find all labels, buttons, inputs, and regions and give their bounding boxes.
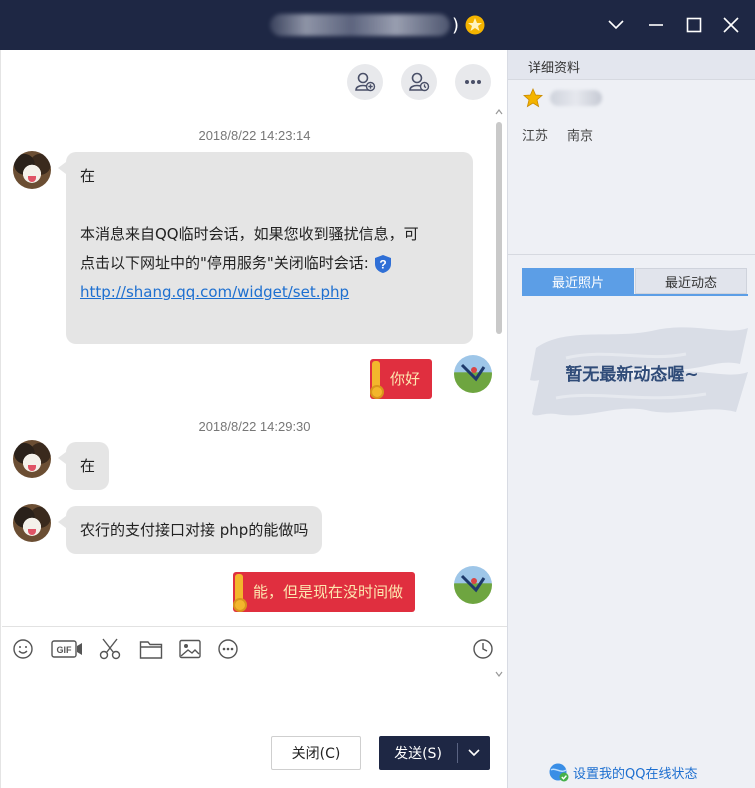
clock-icon [473,639,493,659]
minimize-button[interactable] [641,10,671,40]
my-avatar[interactable] [454,566,492,604]
minimize-icon [649,24,663,26]
emoji-button[interactable] [12,636,34,662]
close-button[interactable]: 关闭(C) [271,736,361,770]
title-bar: ) [0,0,755,50]
tab-underline [522,294,748,296]
service-link[interactable]: http://shang.qq.com/widget/set.php [80,283,349,301]
message-text: 点击以下网址中的"停用服务"关闭临时会话: [80,254,369,272]
location-province: 江苏 [522,129,549,144]
message-scrollbar[interactable] [495,108,503,678]
more-circle-icon [218,639,238,659]
maximize-icon [686,17,702,33]
image-icon [179,639,201,659]
message-timestamp: 2018/8/22 14:23:14 [198,128,311,143]
message-bubble-me[interactable]: 你好 [370,359,433,399]
scroll-curl [233,598,247,612]
bird-icon [460,574,486,593]
send-options-button[interactable] [458,749,490,757]
send-label: 发送(S) [394,746,442,762]
message-text: 本消息来自QQ临时会话，如果您收到骚扰信息，可 [80,225,419,243]
star-rank-icon [523,88,543,108]
maximize-button[interactable] [679,10,709,40]
message-text: 在 [80,457,96,475]
scrollbar-thumb[interactable] [496,122,502,334]
gif-button[interactable]: GIF [51,636,83,662]
message-text [80,191,459,220]
folder-icon [139,641,163,659]
chevron-down-icon [608,20,624,30]
redacted-nickname [550,90,602,106]
my-avatar[interactable] [454,355,492,393]
history-button[interactable] [472,636,494,662]
emoji-icon [13,639,33,659]
star-icon [465,15,485,35]
collapse-button[interactable] [601,10,631,40]
sidebar-header: 详细资料 [508,50,755,80]
tab-recent-updates[interactable]: 最近动态 [635,268,747,294]
sidebar-divider [508,254,755,255]
bird-icon [460,363,486,382]
scroll-down-icon[interactable] [495,670,503,678]
send-button[interactable]: 发送(S) [379,736,490,770]
location-city: 南京 [567,129,594,144]
file-button[interactable] [139,636,163,662]
scissors-icon [99,638,121,660]
title-suffix: ) [452,14,460,36]
svg-text:?: ? [379,257,386,271]
chat-panel: 2018/8/22 14:23:14 在 本消息来自QQ临时会话，如果您收到骚扰… [0,50,508,788]
close-window-button[interactable] [716,10,746,40]
chevron-down-icon [468,749,480,757]
tab-recent-photos[interactable]: 最近照片 [522,268,634,294]
contact-avatar[interactable] [13,504,51,542]
member-icon [409,72,430,92]
message-text: 你好 [390,370,421,388]
more-options-button[interactable] [455,64,491,100]
message-text: 农行的支付接口对接 php的能做吗 [80,521,309,539]
globe-check-icon [549,763,569,782]
screenshot-button[interactable] [98,636,122,662]
message-text: 能，但是现在没时间做 [253,583,404,601]
svg-text:GIF: GIF [57,645,73,655]
image-button[interactable] [179,636,201,662]
sidebar-title: 详细资料 [528,61,581,76]
message-bubble-other[interactable]: 在 本消息来自QQ临时会话，如果您收到骚扰信息，可 点击以下网址中的"停用服务"… [58,152,473,344]
contact-avatar[interactable] [13,151,51,189]
close-icon [723,17,739,33]
message-bubble-other[interactable]: 在 [57,442,110,490]
scroll-up-icon[interactable] [495,108,503,116]
window-title: ) [270,12,485,38]
empty-updates-text: 暂无最新动态喔~ [565,365,699,385]
message-text: 在 [80,167,96,185]
redacted-contact-name [270,14,450,36]
message-bubble-other[interactable]: 农行的支付接口对接 php的能做吗 [57,506,323,554]
contact-avatar[interactable] [13,440,51,478]
input-divider [2,626,508,627]
more-tools-button[interactable] [217,636,239,662]
set-status-link[interactable]: 设置我的QQ在线状态 [548,762,697,782]
more-icon [465,80,481,84]
message-bubble-me[interactable]: 能，但是现在没时间做 [233,572,416,612]
help-shield-icon[interactable]: ? [373,254,393,274]
scroll-curl [370,385,384,399]
profile-sidebar: 详细资料 江苏 南京 最近照片 最近动态 暂无最新动态喔~ 设置我的QQ在线状态 [507,50,755,788]
add-friend-icon [355,72,376,92]
message-timestamp: 2018/8/22 14:29:30 [198,419,311,434]
set-status-label: 设置我的QQ在线状态 [573,766,698,782]
gif-icon: GIF [51,640,82,658]
add-friend-button[interactable] [347,64,383,100]
member-button[interactable] [401,64,437,100]
